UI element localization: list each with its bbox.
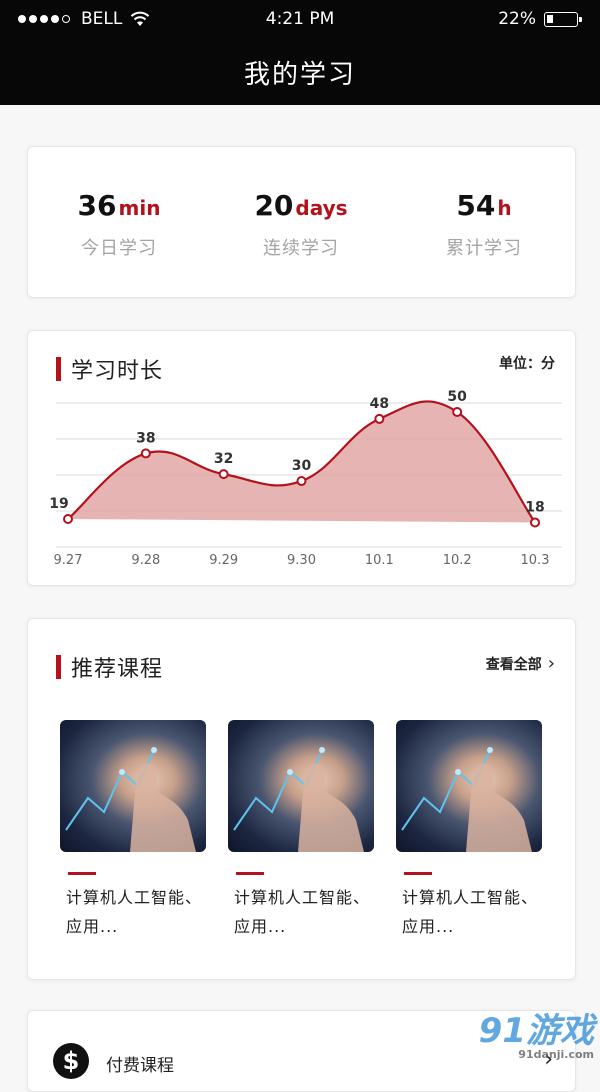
dollar-icon: $ <box>53 1043 89 1079</box>
stat-streak: 20 days 连续学习 <box>210 189 392 260</box>
course-title: 计算机人工智能、 应用... <box>402 883 542 941</box>
course-title: 计算机人工智能、 应用... <box>66 883 206 941</box>
course-title-line2: 应用... <box>234 917 287 936</box>
stat-today: 36 min 今日学习 <box>28 189 210 260</box>
data-label: 50 <box>447 389 467 405</box>
x-tick-label: 10.1 <box>365 553 394 568</box>
stat-unit: days <box>295 196 348 220</box>
stat-label: 累计学习 <box>446 238 522 259</box>
stat-total: 54 h 累计学习 <box>393 189 575 260</box>
course-thumbnail <box>396 720 542 852</box>
data-point[interactable] <box>218 469 229 480</box>
course-thumbnail <box>228 720 374 852</box>
stat-label: 连续学习 <box>263 238 339 259</box>
stat-unit: h <box>497 196 512 220</box>
data-label: 48 <box>370 396 389 412</box>
data-label: 19 <box>49 496 68 512</box>
course-accent-line <box>404 872 432 875</box>
stat-label: 今日学习 <box>81 238 157 259</box>
stat-value: 20 <box>254 189 294 222</box>
data-label: 18 <box>525 499 544 515</box>
course-title: 计算机人工智能、 应用... <box>234 883 374 941</box>
recommended-courses-card: 推荐课程 查看全部 › 计算机人工智能、 应用... 计算机人工智能、 应用..… <box>27 618 576 980</box>
paid-courses-title: 付费课程 <box>106 1056 174 1076</box>
course-title-line2: 应用... <box>402 917 455 936</box>
recommended-courses-title: 推荐课程 <box>71 657 164 682</box>
page-title: 我的学习 <box>243 60 356 90</box>
data-point[interactable] <box>374 413 385 424</box>
x-tick-label: 9.28 <box>131 553 160 568</box>
course-card[interactable]: 计算机人工智能、 应用... <box>60 720 206 941</box>
course-accent-line <box>236 872 264 875</box>
section-title: 推荐课程 <box>56 651 163 683</box>
title-accent-bar <box>56 655 61 679</box>
x-tick-label: 9.30 <box>287 553 316 568</box>
chevron-right-icon: › <box>547 653 555 674</box>
battery-percent: 22% <box>498 9 536 29</box>
stat-unit: min <box>118 196 161 220</box>
course-title-line1: 计算机人工智能、 <box>402 888 539 907</box>
data-label: 30 <box>292 458 312 474</box>
stats-card: 36 min 今日学习 20 days 连续学习 54 h 累计学习 <box>27 146 576 298</box>
data-point[interactable] <box>63 514 73 524</box>
course-accent-line <box>68 872 96 875</box>
x-tick-label: 10.2 <box>443 553 472 568</box>
x-tick-label: 10.3 <box>521 553 550 568</box>
data-point[interactable] <box>296 476 307 487</box>
status-bar: BELL 4:21 PM 22% <box>0 0 600 40</box>
course-card[interactable]: 计算机人工智能、 应用... <box>396 720 542 941</box>
study-time-chart[interactable]: 19 9.27 38 9.28 32 9.29 30 9.30 48 10.1 50 10.2 18 10… <box>28 331 575 585</box>
data-label: 38 <box>136 430 155 446</box>
stat-value: 36 <box>77 189 117 222</box>
course-card[interactable]: 计算机人工智能、 应用... <box>228 720 374 941</box>
data-point[interactable] <box>140 448 151 459</box>
data-point[interactable] <box>452 407 463 417</box>
course-title-line1: 计算机人工智能、 <box>66 888 203 907</box>
course-title-line2: 应用... <box>66 917 119 936</box>
top-bar: BELL 4:21 PM 22% 我的学习 <box>0 0 600 105</box>
study-time-card: 学习时长 单位：分 19 9.27 38 9.28 32 9.29 30 9.30 48 10.1… <box>27 330 576 586</box>
view-all-link[interactable]: 查看全部 › <box>486 653 555 674</box>
battery-icon <box>544 11 582 27</box>
course-thumbnail <box>60 720 206 852</box>
view-all-label: 查看全部 <box>485 656 542 673</box>
course-title-line1: 计算机人工智能、 <box>234 888 371 907</box>
x-tick-label: 9.27 <box>54 553 83 568</box>
watermark-text: 91游戏 <box>478 1011 594 1051</box>
stat-value: 54 <box>456 189 496 222</box>
data-point[interactable] <box>530 517 540 528</box>
x-tick-label: 9.29 <box>209 553 238 568</box>
data-label: 32 <box>214 451 233 467</box>
watermark-logo: 91游戏 91danji.com <box>479 1003 594 1061</box>
